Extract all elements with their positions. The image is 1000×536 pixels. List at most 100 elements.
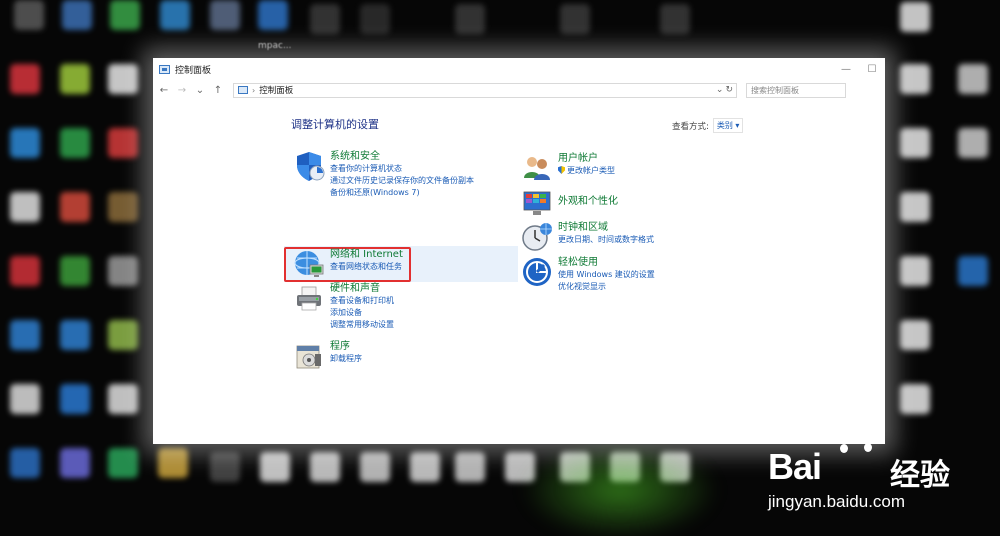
- recent-locations-button[interactable]: ⌄: [193, 85, 207, 96]
- desktop-app-icon[interactable]: [108, 320, 138, 350]
- desktop-app-icon[interactable]: [108, 192, 138, 222]
- desktop-app-icon[interactable]: [210, 0, 240, 30]
- window-title: 控制面板: [175, 65, 212, 76]
- desktop-app-icon[interactable]: [10, 128, 40, 158]
- desktop-app-icon[interactable]: [210, 452, 240, 482]
- category-network-internet: 网络和 Internet 查看网络状态和任务: [293, 248, 403, 280]
- category-hardware-sound: 硬件和声音 查看设备和打印机 添加设备 调整常用移动设置: [293, 282, 394, 331]
- appearance-icon[interactable]: [521, 187, 553, 219]
- desktop-app-icon[interactable]: [60, 448, 90, 478]
- desktop-app-icon[interactable]: [900, 256, 930, 286]
- desktop-app-icon[interactable]: [560, 4, 590, 34]
- category-link[interactable]: 查看网络状态和任务: [330, 261, 403, 273]
- desktop-app-icon[interactable]: [108, 448, 138, 478]
- address-bar[interactable]: › 控制面板 ⌄ ↻: [233, 82, 737, 98]
- up-button[interactable]: ↑: [211, 85, 225, 96]
- desktop-app-icon[interactable]: [60, 384, 90, 414]
- desktop-app-icon[interactable]: [60, 128, 90, 158]
- desktop-app-icon[interactable]: [410, 452, 440, 482]
- category-link[interactable]: 查看你的计算机状态: [330, 163, 474, 175]
- category-link[interactable]: 添加设备: [330, 307, 394, 319]
- forward-button[interactable]: →: [175, 85, 189, 96]
- category-title[interactable]: 外观和个性化: [558, 195, 618, 208]
- category-link[interactable]: 调整常用移动设置: [330, 319, 394, 331]
- desktop-app-icon[interactable]: [108, 256, 138, 286]
- category-title[interactable]: 时钟和区域: [558, 221, 654, 234]
- desktop-app-icon[interactable]: [10, 192, 40, 222]
- desktop-app-icon[interactable]: [958, 256, 988, 286]
- view-by-select[interactable]: 类别 ▾: [712, 118, 744, 133]
- maximize-button[interactable]: ☐: [859, 58, 885, 80]
- category-link[interactable]: 使用 Windows 建议的设置: [558, 269, 655, 281]
- desktop-app-icon[interactable]: [60, 320, 90, 350]
- desktop-app-icon[interactable]: [310, 4, 340, 34]
- desktop-app-icon[interactable]: [455, 4, 485, 34]
- desktop-app-icon[interactable]: [900, 128, 930, 158]
- category-title[interactable]: 网络和 Internet: [330, 248, 403, 261]
- desktop-app-icon[interactable]: [60, 256, 90, 286]
- paw-logo: [858, 430, 867, 441]
- category-title[interactable]: 轻松使用: [558, 256, 655, 269]
- breadcrumb-control-panel[interactable]: 控制面板: [259, 84, 293, 96]
- desktop-app-icon[interactable]: [258, 0, 288, 30]
- users-icon[interactable]: [521, 152, 553, 184]
- category-link[interactable]: 更改帐户类型: [558, 165, 615, 177]
- desktop-app-icon[interactable]: [60, 64, 90, 94]
- desktop-app-icon[interactable]: [900, 384, 930, 414]
- desktop-app-icon[interactable]: [455, 452, 485, 482]
- search-input[interactable]: 搜索控制面板: [746, 82, 846, 98]
- chevron-down-icon[interactable]: ⌄: [716, 85, 724, 95]
- category-link[interactable]: 更改日期、时间或数字格式: [558, 234, 654, 246]
- desktop-app-icon[interactable]: [900, 64, 930, 94]
- desktop-app-icon[interactable]: [158, 448, 188, 478]
- desktop-app-icon[interactable]: [310, 452, 340, 482]
- desktop-app-icon[interactable]: [110, 0, 140, 30]
- ease-of-access-icon[interactable]: [521, 256, 553, 288]
- desktop-app-icon[interactable]: [360, 452, 390, 482]
- shield-icon[interactable]: [293, 150, 325, 182]
- chevron-right-icon[interactable]: ›: [252, 86, 255, 95]
- desktop-app-icon[interactable]: [62, 0, 92, 30]
- category-title[interactable]: 用户帐户: [558, 152, 615, 165]
- category-title[interactable]: 程序: [330, 340, 362, 353]
- desktop-app-icon[interactable]: [260, 452, 290, 482]
- category-system-security: 系统和安全 查看你的计算机状态 通过文件历史记录保存你的文件备份副本 备份和还原…: [293, 150, 474, 199]
- navigation-bar: ← → ⌄ ↑ › 控制面板 ⌄ ↻ 搜索控制面板: [153, 80, 885, 100]
- desktop-app-icon[interactable]: [10, 448, 40, 478]
- desktop-app-icon[interactable]: [10, 256, 40, 286]
- printer-icon[interactable]: [293, 282, 325, 314]
- minimize-button[interactable]: —: [833, 58, 859, 80]
- category-link[interactable]: 备份和还原(Windows 7): [330, 187, 474, 199]
- desktop-app-icon[interactable]: [660, 4, 690, 34]
- desktop-app-icon[interactable]: [10, 320, 40, 350]
- category-link[interactable]: 优化视觉显示: [558, 281, 655, 293]
- desktop-app-icon[interactable]: [900, 320, 930, 350]
- title-bar[interactable]: 控制面板 — ☐: [153, 58, 885, 80]
- category-title[interactable]: 硬件和声音: [330, 282, 394, 295]
- refresh-icon[interactable]: ↻: [725, 85, 733, 95]
- desktop-app-icon[interactable]: [108, 384, 138, 414]
- desktop-app-icon[interactable]: [958, 128, 988, 158]
- desktop-app-icon[interactable]: [10, 64, 40, 94]
- desktop-icon-caption: mpac...: [258, 41, 292, 51]
- clock-icon[interactable]: [521, 221, 553, 253]
- desktop-app-icon[interactable]: [160, 0, 190, 30]
- desktop-app-icon[interactable]: [360, 4, 390, 34]
- desktop-app-icon[interactable]: [60, 192, 90, 222]
- category-link[interactable]: 查看设备和打印机: [330, 295, 394, 307]
- desktop-app-icon[interactable]: [14, 0, 44, 30]
- control-panel-icon: [159, 64, 170, 74]
- desktop-app-icon[interactable]: [900, 2, 930, 32]
- back-button[interactable]: ←: [157, 85, 171, 96]
- category-title[interactable]: 系统和安全: [330, 150, 474, 163]
- desktop-app-icon[interactable]: [958, 64, 988, 94]
- desktop-app-icon[interactable]: [108, 64, 138, 94]
- desktop-app-icon[interactable]: [10, 384, 40, 414]
- desktop-app-icon[interactable]: [108, 128, 138, 158]
- control-panel-window: 控制面板 — ☐ ← → ⌄ ↑ › 控制面板 ⌄ ↻ 搜索控制面板 调整计算机…: [153, 58, 885, 444]
- category-link[interactable]: 通过文件历史记录保存你的文件备份副本: [330, 175, 474, 187]
- programs-icon[interactable]: [293, 340, 325, 372]
- globe-network-icon[interactable]: [293, 248, 325, 280]
- desktop-app-icon[interactable]: [900, 192, 930, 222]
- category-link[interactable]: 卸载程序: [330, 353, 362, 365]
